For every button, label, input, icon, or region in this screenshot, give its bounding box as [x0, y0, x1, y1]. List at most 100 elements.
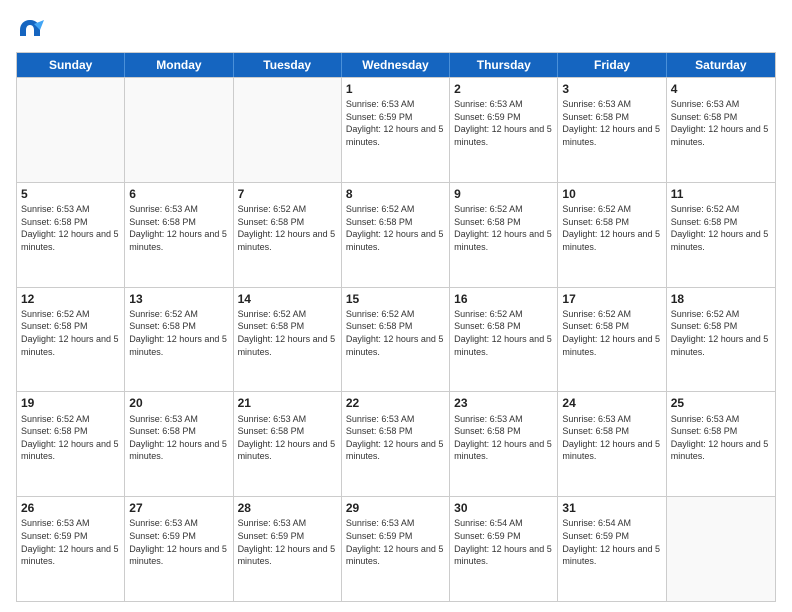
day-number: 25	[671, 395, 771, 411]
cell-info: Sunrise: 6:54 AM Sunset: 6:59 PM Dayligh…	[454, 517, 553, 567]
calendar-header: SundayMondayTuesdayWednesdayThursdayFrid…	[17, 53, 775, 77]
header-day-friday: Friday	[558, 53, 666, 77]
header-day-sunday: Sunday	[17, 53, 125, 77]
cell-info: Sunrise: 6:53 AM Sunset: 6:58 PM Dayligh…	[454, 413, 553, 463]
day-number: 30	[454, 500, 553, 516]
day-number: 14	[238, 291, 337, 307]
calendar-row-3: 12Sunrise: 6:52 AM Sunset: 6:58 PM Dayli…	[17, 287, 775, 392]
day-number: 7	[238, 186, 337, 202]
calendar-cell	[234, 78, 342, 182]
cell-info: Sunrise: 6:52 AM Sunset: 6:58 PM Dayligh…	[238, 203, 337, 253]
calendar: SundayMondayTuesdayWednesdayThursdayFrid…	[16, 52, 776, 602]
cell-info: Sunrise: 6:53 AM Sunset: 6:58 PM Dayligh…	[238, 413, 337, 463]
calendar-cell: 18Sunrise: 6:52 AM Sunset: 6:58 PM Dayli…	[667, 288, 775, 392]
cell-info: Sunrise: 6:53 AM Sunset: 6:58 PM Dayligh…	[562, 98, 661, 148]
cell-info: Sunrise: 6:53 AM Sunset: 6:59 PM Dayligh…	[346, 98, 445, 148]
day-number: 11	[671, 186, 771, 202]
calendar-cell: 21 Sunrise: 6:53 AM Sunset: 6:58 PM Dayli…	[234, 392, 342, 496]
day-number: 27	[129, 500, 228, 516]
cell-info: Sunrise: 6:52 AM Sunset: 6:58 PM Dayligh…	[454, 308, 553, 358]
calendar-cell	[125, 78, 233, 182]
cell-info: Sunrise: 6:52 AM Sunset: 6:58 PM Dayligh…	[346, 308, 445, 358]
day-number: 16	[454, 291, 553, 307]
cell-info: Sunrise: 6:53 AM Sunset: 6:58 PM Dayligh…	[562, 413, 661, 463]
day-number: 8	[346, 186, 445, 202]
day-number: 9	[454, 186, 553, 202]
cell-info: Sunrise: 6:53 AM Sunset: 6:58 PM Dayligh…	[671, 413, 771, 463]
day-number: 12	[21, 291, 120, 307]
calendar-cell: 22 Sunrise: 6:53 AM Sunset: 6:58 PM Dayli…	[342, 392, 450, 496]
cell-info: Sunrise: 6:53 AM Sunset: 6:58 PM Dayligh…	[21, 203, 120, 253]
header-day-thursday: Thursday	[450, 53, 558, 77]
cell-info: Sunrise: 6:53 AM Sunset: 6:59 PM Dayligh…	[346, 517, 445, 567]
cell-info: Sunrise: 6:53 AM Sunset: 6:59 PM Dayligh…	[454, 98, 553, 148]
calendar-cell: 19 Sunrise: 6:52 AM Sunset: 6:58 PM Dayli…	[17, 392, 125, 496]
day-number: 26	[21, 500, 120, 516]
calendar-cell	[667, 497, 775, 601]
calendar-cell: 6Sunrise: 6:53 AM Sunset: 6:58 PM Daylig…	[125, 183, 233, 287]
cell-info: Sunrise: 6:52 AM Sunset: 6:58 PM Dayligh…	[671, 203, 771, 253]
day-number: 19	[21, 395, 120, 411]
calendar-cell	[17, 78, 125, 182]
day-number: 17	[562, 291, 661, 307]
day-number: 20	[129, 395, 228, 411]
day-number: 13	[129, 291, 228, 307]
cell-info: Sunrise: 6:52 AM Sunset: 6:58 PM Dayligh…	[238, 308, 337, 358]
day-number: 23	[454, 395, 553, 411]
calendar-cell: 8Sunrise: 6:52 AM Sunset: 6:58 PM Daylig…	[342, 183, 450, 287]
calendar-cell: 13Sunrise: 6:52 AM Sunset: 6:58 PM Dayli…	[125, 288, 233, 392]
cell-info: Sunrise: 6:52 AM Sunset: 6:58 PM Dayligh…	[562, 308, 661, 358]
cell-info: Sunrise: 6:52 AM Sunset: 6:58 PM Dayligh…	[346, 203, 445, 253]
cell-info: Sunrise: 6:53 AM Sunset: 6:58 PM Dayligh…	[346, 413, 445, 463]
calendar-cell: 27Sunrise: 6:53 AM Sunset: 6:59 PM Dayli…	[125, 497, 233, 601]
cell-info: Sunrise: 6:53 AM Sunset: 6:59 PM Dayligh…	[129, 517, 228, 567]
cell-info: Sunrise: 6:52 AM Sunset: 6:58 PM Dayligh…	[454, 203, 553, 253]
day-number: 15	[346, 291, 445, 307]
page: SundayMondayTuesdayWednesdayThursdayFrid…	[0, 0, 792, 612]
cell-info: Sunrise: 6:52 AM Sunset: 6:58 PM Dayligh…	[671, 308, 771, 358]
calendar-cell: 25 Sunrise: 6:53 AM Sunset: 6:58 PM Dayli…	[667, 392, 775, 496]
calendar-cell: 29Sunrise: 6:53 AM Sunset: 6:59 PM Dayli…	[342, 497, 450, 601]
calendar-row-1: 1Sunrise: 6:53 AM Sunset: 6:59 PM Daylig…	[17, 77, 775, 182]
cell-info: Sunrise: 6:52 AM Sunset: 6:58 PM Dayligh…	[21, 413, 120, 463]
calendar-cell: 14Sunrise: 6:52 AM Sunset: 6:58 PM Dayli…	[234, 288, 342, 392]
calendar-cell: 7Sunrise: 6:52 AM Sunset: 6:58 PM Daylig…	[234, 183, 342, 287]
cell-info: Sunrise: 6:52 AM Sunset: 6:58 PM Dayligh…	[562, 203, 661, 253]
header-day-saturday: Saturday	[667, 53, 775, 77]
day-number: 28	[238, 500, 337, 516]
calendar-row-2: 5Sunrise: 6:53 AM Sunset: 6:58 PM Daylig…	[17, 182, 775, 287]
calendar-cell: 23 Sunrise: 6:53 AM Sunset: 6:58 PM Dayli…	[450, 392, 558, 496]
calendar-cell: 31Sunrise: 6:54 AM Sunset: 6:59 PM Dayli…	[558, 497, 666, 601]
cell-info: Sunrise: 6:53 AM Sunset: 6:58 PM Dayligh…	[671, 98, 771, 148]
calendar-cell: 28Sunrise: 6:53 AM Sunset: 6:59 PM Dayli…	[234, 497, 342, 601]
calendar-cell: 20 Sunrise: 6:53 AM Sunset: 6:58 PM Dayli…	[125, 392, 233, 496]
day-number: 24	[562, 395, 661, 411]
day-number: 18	[671, 291, 771, 307]
cell-info: Sunrise: 6:53 AM Sunset: 6:58 PM Dayligh…	[129, 203, 228, 253]
calendar-cell: 2Sunrise: 6:53 AM Sunset: 6:59 PM Daylig…	[450, 78, 558, 182]
calendar-cell: 10Sunrise: 6:52 AM Sunset: 6:58 PM Dayli…	[558, 183, 666, 287]
calendar-row-4: 19 Sunrise: 6:52 AM Sunset: 6:58 PM Dayli…	[17, 391, 775, 496]
day-number: 2	[454, 81, 553, 97]
calendar-cell: 15Sunrise: 6:52 AM Sunset: 6:58 PM Dayli…	[342, 288, 450, 392]
calendar-cell: 9Sunrise: 6:52 AM Sunset: 6:58 PM Daylig…	[450, 183, 558, 287]
header-day-tuesday: Tuesday	[234, 53, 342, 77]
day-number: 1	[346, 81, 445, 97]
calendar-body: 1Sunrise: 6:53 AM Sunset: 6:59 PM Daylig…	[17, 77, 775, 601]
calendar-cell: 4Sunrise: 6:53 AM Sunset: 6:58 PM Daylig…	[667, 78, 775, 182]
day-number: 31	[562, 500, 661, 516]
calendar-cell: 24 Sunrise: 6:53 AM Sunset: 6:58 PM Dayli…	[558, 392, 666, 496]
cell-info: Sunrise: 6:53 AM Sunset: 6:58 PM Dayligh…	[129, 413, 228, 463]
day-number: 22	[346, 395, 445, 411]
calendar-cell: 11Sunrise: 6:52 AM Sunset: 6:58 PM Dayli…	[667, 183, 775, 287]
calendar-cell: 5Sunrise: 6:53 AM Sunset: 6:58 PM Daylig…	[17, 183, 125, 287]
logo	[16, 16, 48, 44]
calendar-cell: 16Sunrise: 6:52 AM Sunset: 6:58 PM Dayli…	[450, 288, 558, 392]
day-number: 21	[238, 395, 337, 411]
day-number: 4	[671, 81, 771, 97]
cell-info: Sunrise: 6:52 AM Sunset: 6:58 PM Dayligh…	[21, 308, 120, 358]
calendar-row-5: 26Sunrise: 6:53 AM Sunset: 6:59 PM Dayli…	[17, 496, 775, 601]
cell-info: Sunrise: 6:53 AM Sunset: 6:59 PM Dayligh…	[21, 517, 120, 567]
calendar-cell: 26Sunrise: 6:53 AM Sunset: 6:59 PM Dayli…	[17, 497, 125, 601]
day-number: 10	[562, 186, 661, 202]
